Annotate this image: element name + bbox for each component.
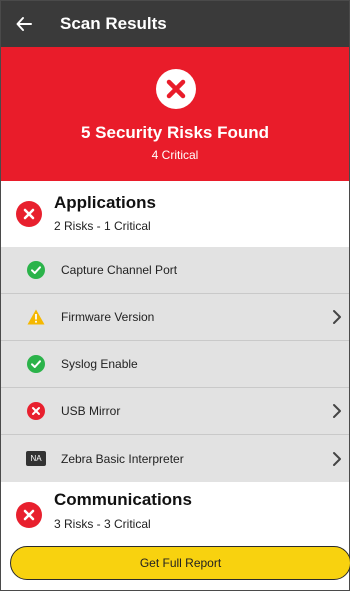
critical-count: 4 Critical	[151, 148, 199, 162]
warning-triangle-icon	[27, 308, 45, 326]
list-item-label: Capture Channel Port	[61, 263, 178, 277]
app-bar: Scan Results	[1, 1, 349, 47]
get-full-report-button[interactable]: Get Full Report	[10, 546, 350, 580]
risk-count-title: 5 Security Risks Found	[81, 123, 269, 142]
chevron-right-icon[interactable]	[330, 403, 344, 419]
check-circle-icon	[27, 355, 45, 373]
list-item-zebra-basic-interpreter[interactable]: NA Zebra Basic Interpreter	[1, 435, 349, 482]
chevron-right-icon[interactable]	[330, 309, 344, 325]
error-x-icon	[27, 402, 45, 420]
check-circle-icon	[27, 261, 45, 279]
list-item-capture-channel-port[interactable]: Capture Channel Port	[1, 247, 349, 294]
group-summary: 3 Risks - 3 Critical	[54, 517, 151, 531]
list-item-label: USB Mirror	[61, 404, 121, 418]
error-x-icon	[16, 502, 42, 528]
list-item-label: Firmware Version	[61, 310, 155, 324]
error-x-icon	[156, 69, 196, 109]
chevron-right-icon[interactable]	[330, 451, 344, 467]
applications-list: Capture Channel Port Firmware Version Sy…	[1, 247, 349, 482]
arrow-left-icon[interactable]	[14, 14, 34, 34]
page-title: Scan Results	[60, 14, 167, 33]
group-title: Communications	[54, 490, 192, 509]
summary-banner: 5 Security Risks Found 4 Critical	[1, 47, 349, 181]
na-badge-icon: NA	[26, 451, 46, 466]
list-item-syslog-enable[interactable]: Syslog Enable	[1, 341, 349, 388]
error-x-icon	[16, 201, 42, 227]
na-badge-text: NA	[30, 454, 42, 463]
list-item-firmware-version[interactable]: Firmware Version	[1, 294, 349, 341]
group-communications[interactable]: Communications 3 Risks - 3 Critical	[1, 483, 349, 547]
list-item-label: Syslog Enable	[61, 357, 138, 371]
list-item-usb-mirror[interactable]: USB Mirror	[1, 388, 349, 435]
group-title: Applications	[54, 193, 157, 212]
group-applications[interactable]: Applications 2 Risks - 1 Critical	[1, 181, 349, 245]
list-item-label: Zebra Basic Interpreter	[61, 451, 184, 466]
group-summary: 2 Risks - 1 Critical	[54, 219, 151, 233]
